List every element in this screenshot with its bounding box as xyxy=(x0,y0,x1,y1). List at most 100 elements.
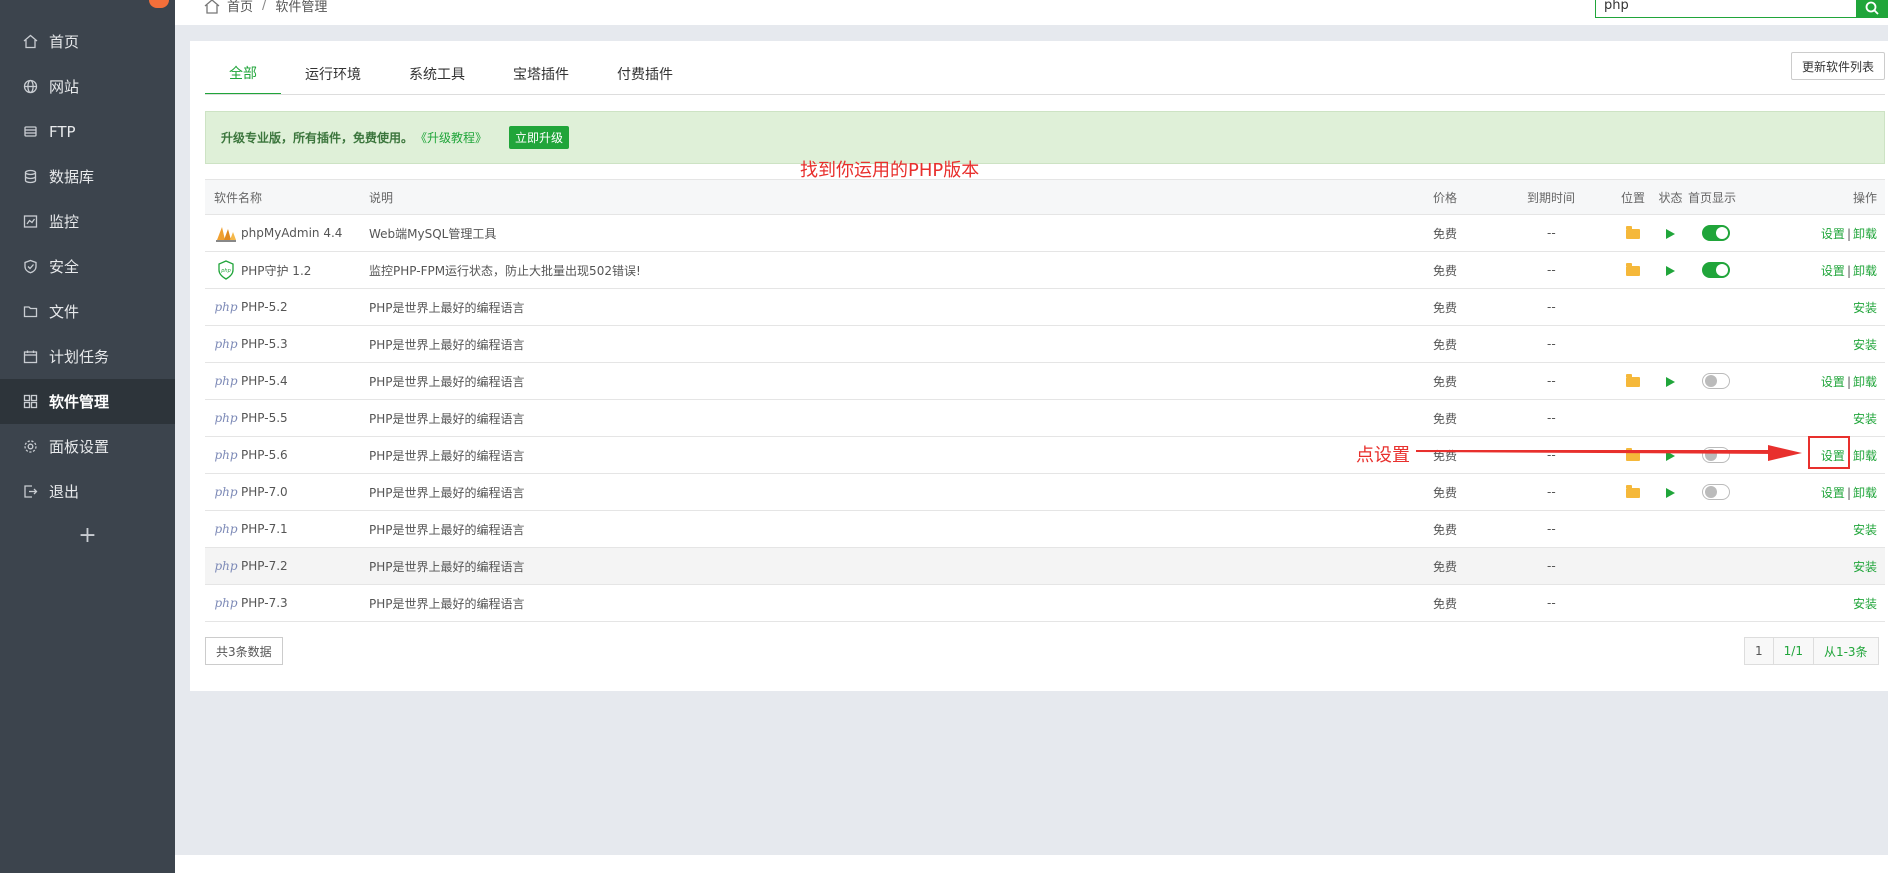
op-link[interactable]: 安装 xyxy=(1853,412,1877,426)
op-separator: | xyxy=(1846,374,1851,389)
search-input[interactable]: php xyxy=(1595,0,1857,18)
software-name: PHP-5.3 xyxy=(241,337,288,351)
tab-4[interactable]: 付费插件 xyxy=(593,53,697,95)
search-button[interactable] xyxy=(1856,0,1888,18)
expire-time: -- xyxy=(1547,522,1556,536)
sidebar-item-4[interactable]: 监控 xyxy=(0,199,175,244)
column-header: 说明 xyxy=(369,179,1433,215)
table-row: php PHP-5.4 PHP是世界上最好的编程语言 免费 -- 设置 | 卸载 xyxy=(205,362,1885,400)
sidebar-item-1[interactable]: 网站 xyxy=(0,64,175,109)
pager-item[interactable]: 1 xyxy=(1745,638,1774,664)
table-row: php PHP-5.5 PHP是世界上最好的编程语言 免费 -- 安装 xyxy=(205,399,1885,437)
breadcrumb-separator: / xyxy=(262,0,267,13)
sidebar-item-label: 文件 xyxy=(49,303,80,321)
sidebar-item-0[interactable]: 首页 xyxy=(0,19,175,64)
php-logo-icon: php xyxy=(214,300,238,314)
search-icon xyxy=(1865,1,1879,15)
op-link[interactable]: 安装 xyxy=(1853,301,1877,315)
software-description: PHP是世界上最好的编程语言 xyxy=(369,436,1433,474)
software-name: phpMyAdmin 4.4 xyxy=(241,226,343,240)
op-link[interactable]: 设置 xyxy=(1821,227,1845,241)
expire-time: -- xyxy=(1547,300,1556,314)
sidebar-item-3[interactable]: 数据库 xyxy=(0,154,175,199)
folder-icon[interactable] xyxy=(1626,373,1640,387)
op-link[interactable]: 卸载 xyxy=(1853,486,1877,500)
software-name: PHP-5.5 xyxy=(241,411,288,425)
column-header: 到期时间 xyxy=(1527,179,1613,215)
php-logo-icon: php xyxy=(214,411,238,425)
homepage-display-toggle[interactable] xyxy=(1702,484,1730,500)
tab-bar: 全部 运行环境 系统工具 宝塔插件 付费插件 xyxy=(205,53,697,95)
op-link[interactable]: 安装 xyxy=(1853,338,1877,352)
tab-3[interactable]: 宝塔插件 xyxy=(489,53,593,95)
table-row: php PHP-7.1 PHP是世界上最好的编程语言 免费 -- 安装 xyxy=(205,510,1885,548)
sidebar-item-2[interactable]: FTP xyxy=(0,109,175,154)
op-link[interactable]: 卸载 xyxy=(1853,227,1877,241)
toggle-knob xyxy=(1716,264,1728,276)
op-link[interactable]: 设置 xyxy=(1821,486,1845,500)
play-icon[interactable] xyxy=(1666,265,1675,276)
globe-icon xyxy=(23,79,38,94)
folder-icon[interactable] xyxy=(1626,225,1640,239)
op-separator: | xyxy=(1846,226,1851,241)
folder-icon[interactable] xyxy=(1626,484,1640,498)
homepage-display-toggle[interactable] xyxy=(1702,262,1730,278)
tab-1[interactable]: 运行环境 xyxy=(281,53,385,95)
upgrade-button[interactable]: 立即升级 xyxy=(509,126,570,149)
op-link[interactable]: 安装 xyxy=(1853,597,1877,611)
php-logo-icon: php xyxy=(214,337,238,351)
play-icon[interactable] xyxy=(1666,487,1675,498)
sidebar-item-6[interactable]: 文件 xyxy=(0,289,175,334)
software-description: PHP是世界上最好的编程语言 xyxy=(369,362,1433,400)
software-price: 免费 xyxy=(1433,584,1527,622)
upgrade-tutorial-link[interactable]: 《升级教程》 xyxy=(415,129,487,146)
software-description: PHP是世界上最好的编程语言 xyxy=(369,584,1433,622)
homepage-display-toggle[interactable] xyxy=(1702,373,1730,389)
tab-2[interactable]: 系统工具 xyxy=(385,53,489,95)
database-icon xyxy=(23,169,38,184)
sidebar-item-7[interactable]: 计划任务 xyxy=(0,334,175,379)
calendar-icon xyxy=(23,349,38,364)
refresh-list-button[interactable]: 更新软件列表 xyxy=(1791,52,1885,80)
sidebar-item-9[interactable]: 面板设置 xyxy=(0,424,175,469)
home-icon[interactable] xyxy=(203,0,221,14)
play-icon[interactable] xyxy=(1666,228,1675,239)
expire-time: -- xyxy=(1547,374,1556,388)
software-description: PHP是世界上最好的编程语言 xyxy=(369,399,1433,437)
phpmyadmin-logo-icon xyxy=(214,223,238,243)
op-link[interactable]: 卸载 xyxy=(1853,375,1877,389)
software-name: PHP-5.2 xyxy=(241,300,288,314)
sidebar-item-5[interactable]: 安全 xyxy=(0,244,175,289)
software-price: 免费 xyxy=(1433,473,1527,511)
breadcrumb-home[interactable]: 首页 xyxy=(227,0,253,15)
home-icon xyxy=(23,34,38,49)
software-name: PHP-7.3 xyxy=(241,596,288,610)
expire-time: -- xyxy=(1547,596,1556,610)
op-link[interactable]: 设置 xyxy=(1821,375,1845,389)
software-description: Web端MySQL管理工具 xyxy=(369,214,1433,252)
php-logo-icon: php xyxy=(214,485,238,499)
add-icon[interactable]: + xyxy=(0,523,175,549)
software-price: 免费 xyxy=(1433,399,1527,437)
folder-icon[interactable] xyxy=(1626,262,1640,276)
op-link[interactable]: 设置 xyxy=(1821,264,1845,278)
pager-item[interactable]: 1/1 xyxy=(1773,638,1814,664)
sidebar-item-10[interactable]: 退出 xyxy=(0,469,175,514)
pager-item[interactable]: 从1-3条 xyxy=(1813,638,1878,664)
logout-icon xyxy=(23,484,38,499)
column-header: 软件名称 xyxy=(205,179,369,215)
op-link[interactable]: 卸载 xyxy=(1853,264,1877,278)
software-name: PHP-5.4 xyxy=(241,374,288,388)
software-price: 免费 xyxy=(1433,510,1527,548)
sidebar-item-8[interactable]: 软件管理 xyxy=(0,379,175,424)
op-link[interactable]: 安装 xyxy=(1853,560,1877,574)
notification-badge[interactable] xyxy=(149,0,169,8)
tab-0[interactable]: 全部 xyxy=(205,53,281,95)
svg-text:php: php xyxy=(220,268,231,274)
op-link[interactable]: 卸载 xyxy=(1853,449,1877,463)
homepage-display-toggle[interactable] xyxy=(1702,225,1730,241)
op-link[interactable]: 安装 xyxy=(1853,523,1877,537)
sidebar-item-label: 首页 xyxy=(49,33,80,51)
toggle-knob xyxy=(1705,375,1717,387)
play-icon[interactable] xyxy=(1666,376,1675,387)
